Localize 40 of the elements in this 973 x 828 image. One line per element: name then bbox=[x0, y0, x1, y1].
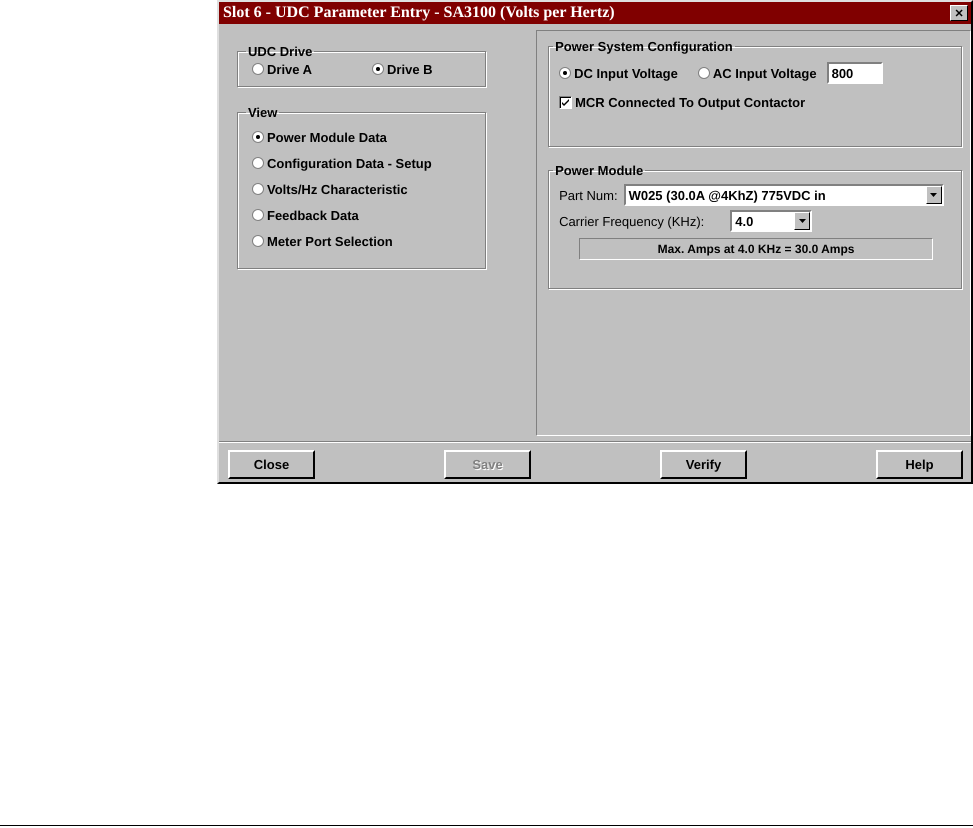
group-title: UDC Drive bbox=[247, 44, 314, 59]
radio-label: Volts/Hz Characteristic bbox=[267, 182, 408, 196]
checkbox[interactable] bbox=[559, 96, 572, 108]
dialog-button[interactable]: Verify bbox=[660, 450, 747, 479]
checkmark-icon bbox=[560, 96, 572, 108]
dropdown-button[interactable] bbox=[926, 186, 942, 204]
dropdown-button[interactable] bbox=[794, 212, 810, 230]
field-label: Carrier Frequency (KHz): bbox=[559, 214, 704, 228]
group-title: Power System Configuration bbox=[554, 39, 734, 54]
radio-label: AC Input Voltage bbox=[712, 66, 817, 80]
radio-button[interactable] bbox=[252, 209, 264, 221]
carrier-frequency-dropdown[interactable]: 4.0 bbox=[730, 210, 812, 232]
radio-button[interactable] bbox=[252, 157, 264, 169]
radio-label: DC Input Voltage bbox=[574, 66, 678, 80]
radio-button[interactable] bbox=[372, 63, 384, 75]
radio-button[interactable] bbox=[559, 67, 572, 79]
radio-button[interactable] bbox=[252, 63, 264, 75]
checkbox-label: MCR Connected To Output Contactor bbox=[575, 94, 806, 110]
radio-label: Drive B bbox=[387, 62, 433, 76]
radio-button[interactable] bbox=[698, 67, 710, 79]
max-amps-readout: Max. Amps at 4.0 KHz = 30.0 Amps bbox=[579, 238, 934, 260]
radio-label: Feedback Data bbox=[267, 208, 359, 222]
part-number-dropdown[interactable]: W025 (30.0A @4KhZ) 775VDC in bbox=[624, 184, 944, 206]
group-title: Power Module bbox=[554, 163, 644, 178]
radio-button[interactable] bbox=[252, 235, 264, 247]
field-label: Part Num: bbox=[559, 188, 618, 202]
radio-button[interactable] bbox=[252, 131, 264, 143]
voltage-field[interactable]: 800 bbox=[826, 62, 883, 84]
radio-label: Power Module Data bbox=[267, 130, 387, 144]
radio-label: Meter Port Selection bbox=[267, 234, 393, 248]
radio-label: Configuration Data - Setup bbox=[267, 156, 432, 170]
group-title: View bbox=[247, 105, 278, 120]
dialog-button[interactable]: Close bbox=[228, 450, 315, 479]
window-title: Slot 6 - UDC Parameter Entry - SA3100 (Volts per Hertz) bbox=[223, 4, 615, 22]
radio-button[interactable] bbox=[252, 183, 264, 195]
radio-label: Drive A bbox=[267, 62, 312, 76]
caret-icon bbox=[930, 193, 938, 197]
close-button[interactable]: ✕ bbox=[950, 5, 968, 21]
dialog-button[interactable]: Help bbox=[876, 450, 963, 479]
caret-icon bbox=[798, 219, 806, 223]
